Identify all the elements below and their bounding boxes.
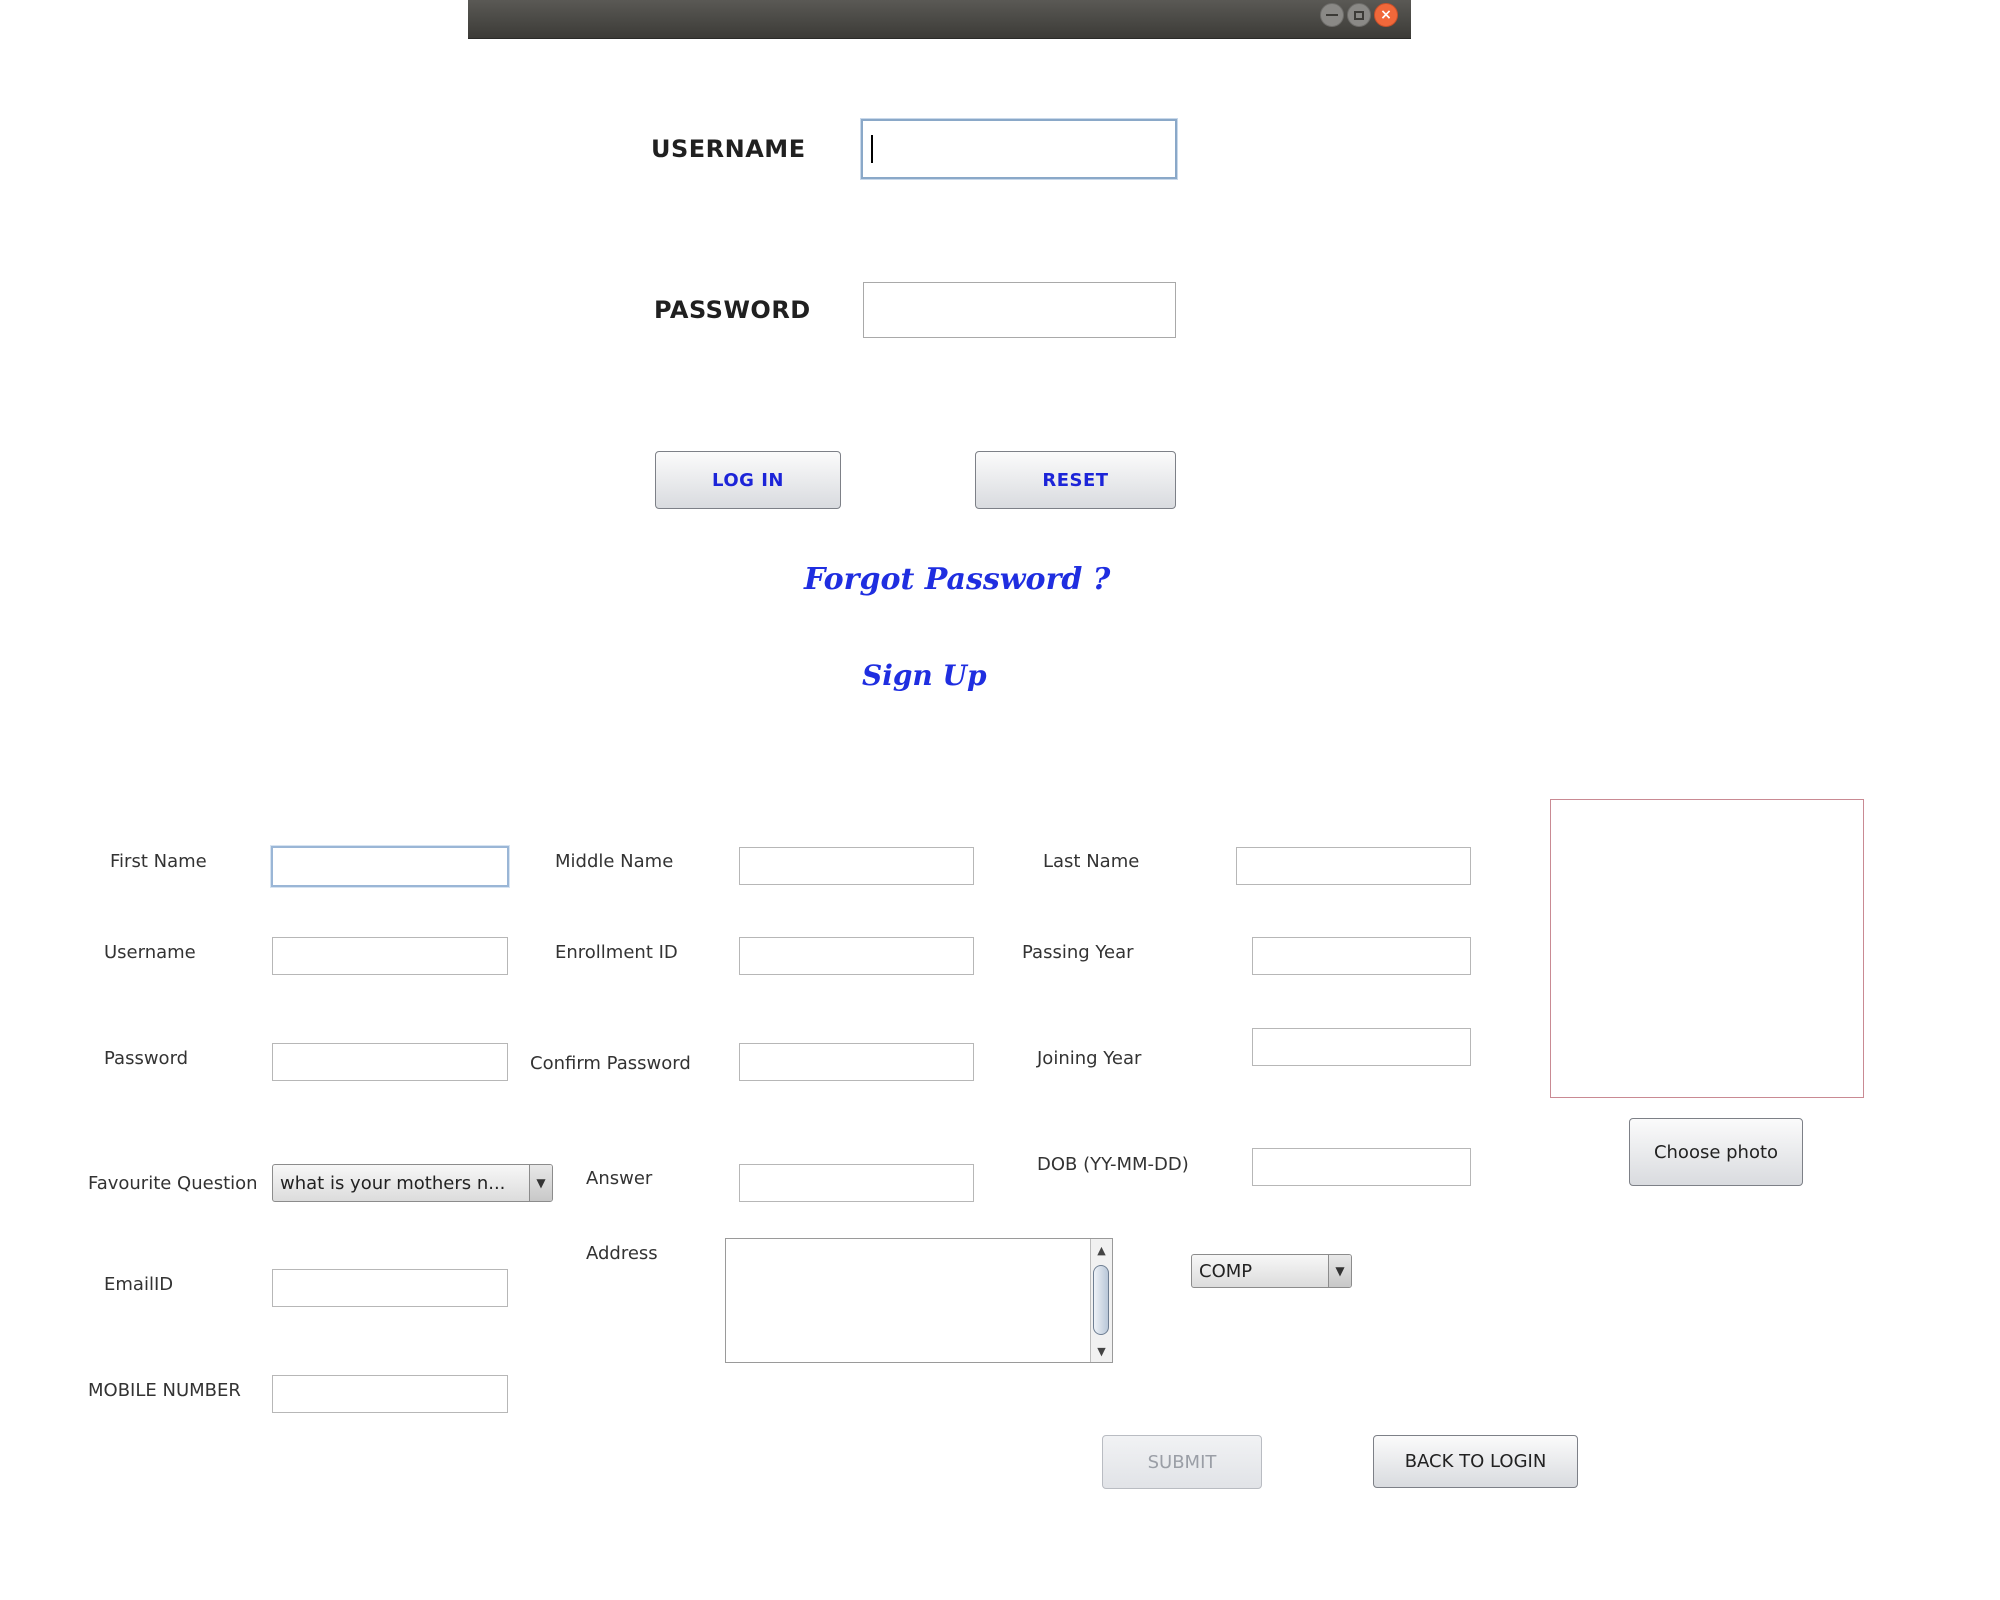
maximize-glyph	[1354, 10, 1364, 20]
enrollment-id-input[interactable]	[739, 937, 974, 975]
mobile-number-input[interactable]	[272, 1375, 508, 1413]
minimize-glyph	[1326, 14, 1338, 16]
mobile-number-label: MOBILE NUMBER	[88, 1380, 241, 1401]
log-in-button[interactable]: LOG IN	[655, 451, 841, 509]
scrollbar-thumb[interactable]	[1093, 1265, 1109, 1335]
confirm-password-label: Confirm Password	[530, 1053, 691, 1074]
window-titlebar: ×	[468, 0, 1411, 39]
department-dropdown[interactable]: COMP ▼	[1191, 1254, 1352, 1288]
scroll-up-icon[interactable]: ▲	[1091, 1241, 1112, 1259]
choose-photo-button[interactable]: Choose photo	[1629, 1118, 1803, 1186]
favourite-question-label: Favourite Question	[88, 1173, 258, 1194]
middle-name-label: Middle Name	[555, 851, 674, 872]
username-input-signup[interactable]	[272, 937, 508, 975]
address-label: Address	[586, 1243, 658, 1264]
reset-button[interactable]: RESET	[975, 451, 1176, 509]
address-scrollbar[interactable]: ▲ ▼	[1090, 1239, 1112, 1362]
address-textarea[interactable]: ▲ ▼	[725, 1238, 1113, 1363]
email-label: EmailID	[104, 1274, 174, 1295]
email-input[interactable]	[272, 1269, 508, 1307]
username-input[interactable]	[861, 119, 1177, 179]
middle-name-input[interactable]	[739, 847, 974, 885]
answer-input[interactable]	[739, 1164, 974, 1202]
chevron-down-icon[interactable]: ▼	[529, 1165, 552, 1201]
log-in-button-label: LOG IN	[712, 469, 784, 491]
choose-photo-button-label: Choose photo	[1653, 1141, 1779, 1163]
minimize-icon[interactable]	[1320, 3, 1344, 27]
joining-year-label: Joining Year	[1037, 1048, 1142, 1069]
dob-input[interactable]	[1252, 1148, 1471, 1186]
submit-button[interactable]: SUBMIT	[1102, 1435, 1262, 1489]
scroll-down-icon[interactable]: ▼	[1091, 1342, 1112, 1360]
answer-label: Answer	[586, 1168, 653, 1189]
back-to-login-button[interactable]: BACK TO LOGIN	[1373, 1435, 1578, 1488]
confirm-password-input[interactable]	[739, 1043, 974, 1081]
favourite-question-dropdown[interactable]: what is your mothers n... ▼	[272, 1164, 553, 1202]
maximize-icon[interactable]	[1347, 3, 1371, 27]
photo-preview-box	[1550, 799, 1864, 1098]
department-value: COMP	[1199, 1260, 1253, 1282]
password-label: PASSWORD	[654, 296, 811, 324]
passing-year-input[interactable]	[1252, 937, 1471, 975]
first-name-input[interactable]	[271, 846, 509, 887]
password-input-signup[interactable]	[272, 1043, 508, 1081]
sign-up-link[interactable]: Sign Up	[862, 659, 987, 692]
submit-button-label: SUBMIT	[1147, 1451, 1217, 1473]
first-name-label: First Name	[110, 851, 207, 872]
last-name-input[interactable]	[1236, 847, 1471, 885]
username-label: USERNAME	[651, 135, 806, 163]
username-label-signup: Username	[104, 942, 196, 963]
last-name-label: Last Name	[1043, 851, 1140, 872]
chevron-down-icon[interactable]: ▼	[1328, 1255, 1351, 1287]
joining-year-input[interactable]	[1252, 1028, 1471, 1066]
password-input[interactable]	[863, 282, 1176, 338]
forgot-password-link[interactable]: Forgot Password ?	[804, 562, 1110, 597]
password-label-signup: Password	[104, 1048, 189, 1069]
passing-year-label: Passing Year	[1022, 942, 1134, 963]
enrollment-id-label: Enrollment ID	[555, 942, 678, 963]
back-to-login-button-label: BACK TO LOGIN	[1404, 1451, 1547, 1472]
reset-button-label: RESET	[1042, 469, 1109, 491]
text-caret	[871, 135, 873, 163]
dob-label: DOB (YY-MM-DD)	[1037, 1154, 1189, 1175]
favourite-question-value: what is your mothers n...	[280, 1172, 506, 1194]
close-icon[interactable]: ×	[1374, 3, 1398, 27]
